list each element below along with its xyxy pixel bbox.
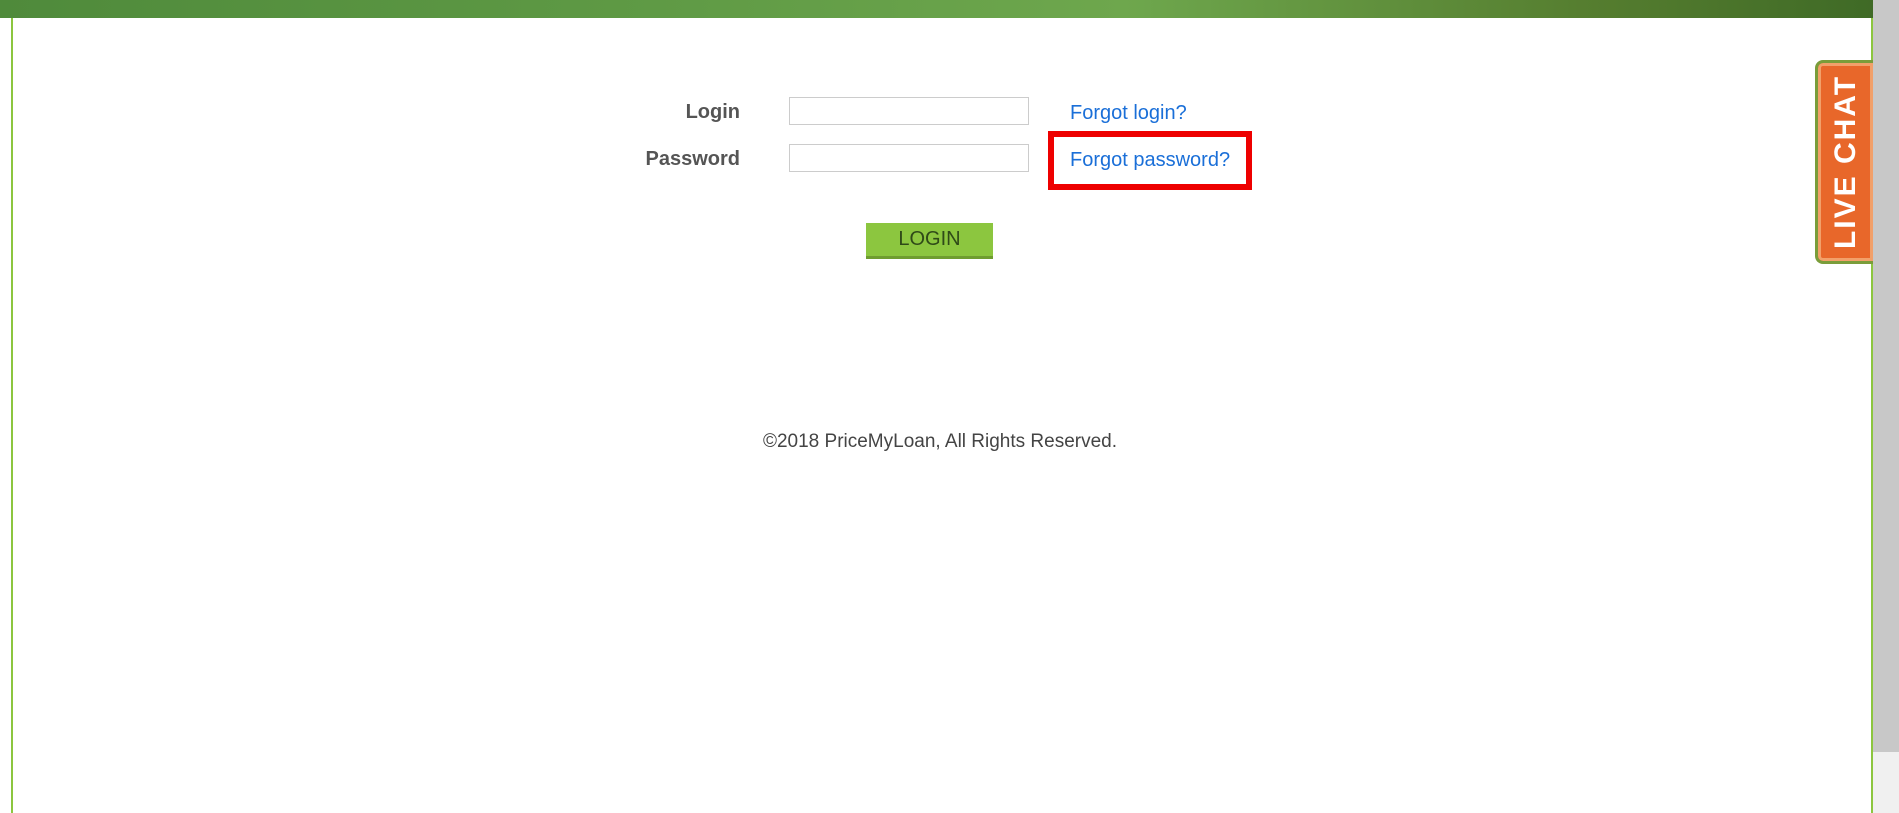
live-chat-label: LIVE CHAT bbox=[1828, 74, 1862, 250]
login-button[interactable]: LOGIN bbox=[866, 223, 993, 259]
highlight-box bbox=[1048, 131, 1252, 190]
password-label: Password bbox=[645, 148, 740, 170]
login-label: Login bbox=[685, 101, 740, 123]
login-page: Login Forgot login? Password Forgot pass… bbox=[0, 0, 1899, 813]
live-chat-button[interactable]: LIVE CHAT bbox=[1815, 60, 1873, 264]
login-input[interactable] bbox=[789, 97, 1029, 125]
scrollbar-thumb[interactable] bbox=[1873, 0, 1899, 752]
password-input[interactable] bbox=[789, 144, 1029, 172]
header-bar bbox=[0, 0, 1876, 18]
copyright-text: ©2018 PriceMyLoan, All Rights Reserved. bbox=[762, 431, 1118, 452]
left-border bbox=[11, 18, 13, 813]
forgot-login-link[interactable]: Forgot login? bbox=[1070, 102, 1187, 125]
